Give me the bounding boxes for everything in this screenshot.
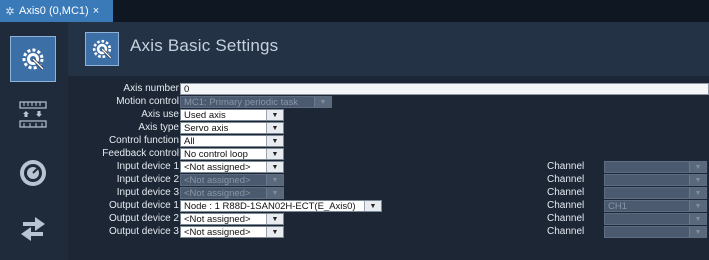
page-header: Axis Basic Settings	[68, 22, 709, 76]
chevron-down-icon: ▼	[689, 175, 706, 185]
output-device-2-select[interactable]: <Not assigned> ▼	[180, 213, 284, 225]
chevron-down-icon[interactable]: ▼	[266, 110, 283, 120]
axis-use-value: Used axis	[184, 110, 226, 121]
row-feedback-control: Feedback control No control loop ▼	[68, 148, 709, 160]
axis-use-label: Axis use	[141, 109, 179, 120]
row-input-device-2: Input device 2 <Not assigned> ▼ Channel …	[68, 174, 709, 186]
channel-select-5: ▼	[604, 213, 707, 225]
chevron-down-icon: ▼	[689, 201, 706, 211]
axis-type-select[interactable]: Servo axis ▼	[180, 122, 284, 134]
feedback-control-label: Feedback control	[102, 148, 179, 159]
motion-control-label: Motion control	[116, 96, 179, 107]
chevron-down-icon: ▼	[266, 175, 283, 185]
chevron-down-icon: ▼	[689, 162, 706, 172]
channel-select-6: ▼	[604, 226, 707, 238]
channel-value: CH1	[608, 201, 628, 212]
input-device-3-select: <Not assigned> ▼	[180, 187, 284, 199]
motion-control-value: MC1: Primary periodic task	[184, 97, 299, 108]
control-function-value: All	[184, 136, 195, 147]
page-title: Axis Basic Settings	[130, 36, 279, 55]
row-output-device-1: Output device 1 Node : 1 R88D-1SAN02H-EC…	[68, 200, 709, 212]
channel-label: Channel	[547, 200, 585, 211]
ruler-arrows-icon	[19, 101, 47, 128]
control-function-select[interactable]: All ▼	[180, 135, 284, 147]
output-device-2-label: Output device 2	[108, 213, 179, 224]
row-motion-control: Motion control MC1: Primary periodic tas…	[68, 96, 709, 108]
channel-label: Channel	[547, 187, 585, 198]
gear-icon	[22, 48, 45, 71]
output-device-1-value: Node : 1 R88D-1SAN02H-ECT(E_Axis0)	[184, 201, 356, 212]
row-axis-type: Axis type Servo axis ▼	[68, 122, 709, 134]
row-output-device-3: Output device 3 <Not assigned> ▼ Channel…	[68, 226, 709, 238]
feedback-control-select[interactable]: No control loop ▼	[180, 148, 284, 160]
chevron-down-icon[interactable]: ▼	[364, 201, 381, 211]
output-device-3-value: <Not assigned>	[184, 227, 251, 238]
chevron-down-icon: ▼	[314, 97, 331, 107]
chevron-down-icon[interactable]: ▼	[266, 214, 283, 224]
input-device-2-select: <Not assigned> ▼	[180, 174, 284, 186]
axis-type-value: Servo axis	[184, 123, 229, 134]
close-icon[interactable]: ×	[93, 5, 99, 17]
feedback-control-value: No control loop	[184, 149, 248, 160]
chevron-down-icon[interactable]: ▼	[266, 123, 283, 133]
chevron-down-icon: ▼	[266, 188, 283, 198]
channel-select-3: ▼	[604, 187, 707, 199]
sidebar-item-operation-settings[interactable]	[10, 150, 56, 196]
axis-use-select[interactable]: Used axis ▼	[180, 109, 284, 121]
input-device-1-value: <Not assigned>	[184, 162, 251, 173]
motion-control-select: MC1: Primary periodic task ▼	[180, 96, 332, 108]
channel-label: Channel	[547, 226, 585, 237]
chevron-down-icon: ▼	[689, 227, 706, 237]
sidebar-item-other-operation-settings[interactable]	[10, 206, 56, 252]
output-device-3-select[interactable]: <Not assigned> ▼	[180, 226, 284, 238]
input-device-3-value: <Not assigned>	[184, 188, 251, 199]
chevron-down-icon: ▼	[689, 188, 706, 198]
gear-icon: ✲	[5, 5, 15, 18]
channel-label: Channel	[547, 161, 585, 172]
output-device-3-label: Output device 3	[108, 226, 179, 237]
row-output-device-2: Output device 2 <Not assigned> ▼ Channel…	[68, 213, 709, 225]
row-input-device-3: Input device 3 <Not assigned> ▼ Channel …	[68, 187, 709, 199]
axis-number-field[interactable]: 0	[180, 83, 709, 95]
channel-select-4: CH1 ▼	[604, 200, 707, 212]
input-device-1-select[interactable]: <Not assigned> ▼	[180, 161, 284, 173]
chevron-down-icon[interactable]: ▼	[266, 162, 283, 172]
channel-label: Channel	[547, 213, 585, 224]
channel-select-1: ▼	[604, 161, 707, 173]
main-panel: Axis Basic Settings Axis number 0 Motion…	[68, 22, 709, 260]
output-device-1-select[interactable]: Node : 1 R88D-1SAN02H-ECT(E_Axis0) ▼	[180, 200, 382, 212]
row-input-device-1: Input device 1 <Not assigned> ▼ Channel …	[68, 161, 709, 173]
control-function-label: Control function	[108, 135, 179, 146]
input-device-3-label: Input device 3	[116, 187, 179, 198]
sidebar	[0, 22, 68, 260]
tab-axis0[interactable]: ✲ Axis0 (0,MC1) ×	[0, 0, 113, 22]
input-device-2-value: <Not assigned>	[184, 175, 251, 186]
chevron-down-icon[interactable]: ▼	[266, 227, 283, 237]
axis-number-label: Axis number	[123, 83, 179, 94]
channel-select-2: ▼	[604, 174, 707, 186]
channel-label: Channel	[547, 174, 585, 185]
output-device-2-value: <Not assigned>	[184, 214, 251, 225]
input-device-1-label: Input device 1	[116, 161, 179, 172]
axis-gear-icon	[85, 32, 119, 66]
row-axis-number: Axis number 0	[68, 83, 709, 95]
input-device-2-label: Input device 2	[116, 174, 179, 185]
chevron-down-icon[interactable]: ▼	[266, 149, 283, 159]
axis-type-label: Axis type	[138, 122, 179, 133]
row-control-function: Control function All ▼	[68, 135, 709, 147]
chevron-down-icon[interactable]: ▼	[266, 136, 283, 146]
sidebar-item-unit-conversion[interactable]	[10, 92, 56, 138]
swap-arrows-icon	[21, 217, 45, 241]
dial-icon	[20, 160, 46, 186]
chevron-down-icon: ▼	[689, 214, 706, 224]
row-axis-use: Axis use Used axis ▼	[68, 109, 709, 121]
sidebar-item-axis-basic-settings[interactable]	[10, 36, 56, 82]
output-device-1-label: Output device 1	[108, 200, 179, 211]
tab-title: Axis0 (0,MC1)	[19, 5, 89, 17]
tab-strip: ✲ Axis0 (0,MC1) ×	[0, 0, 709, 22]
